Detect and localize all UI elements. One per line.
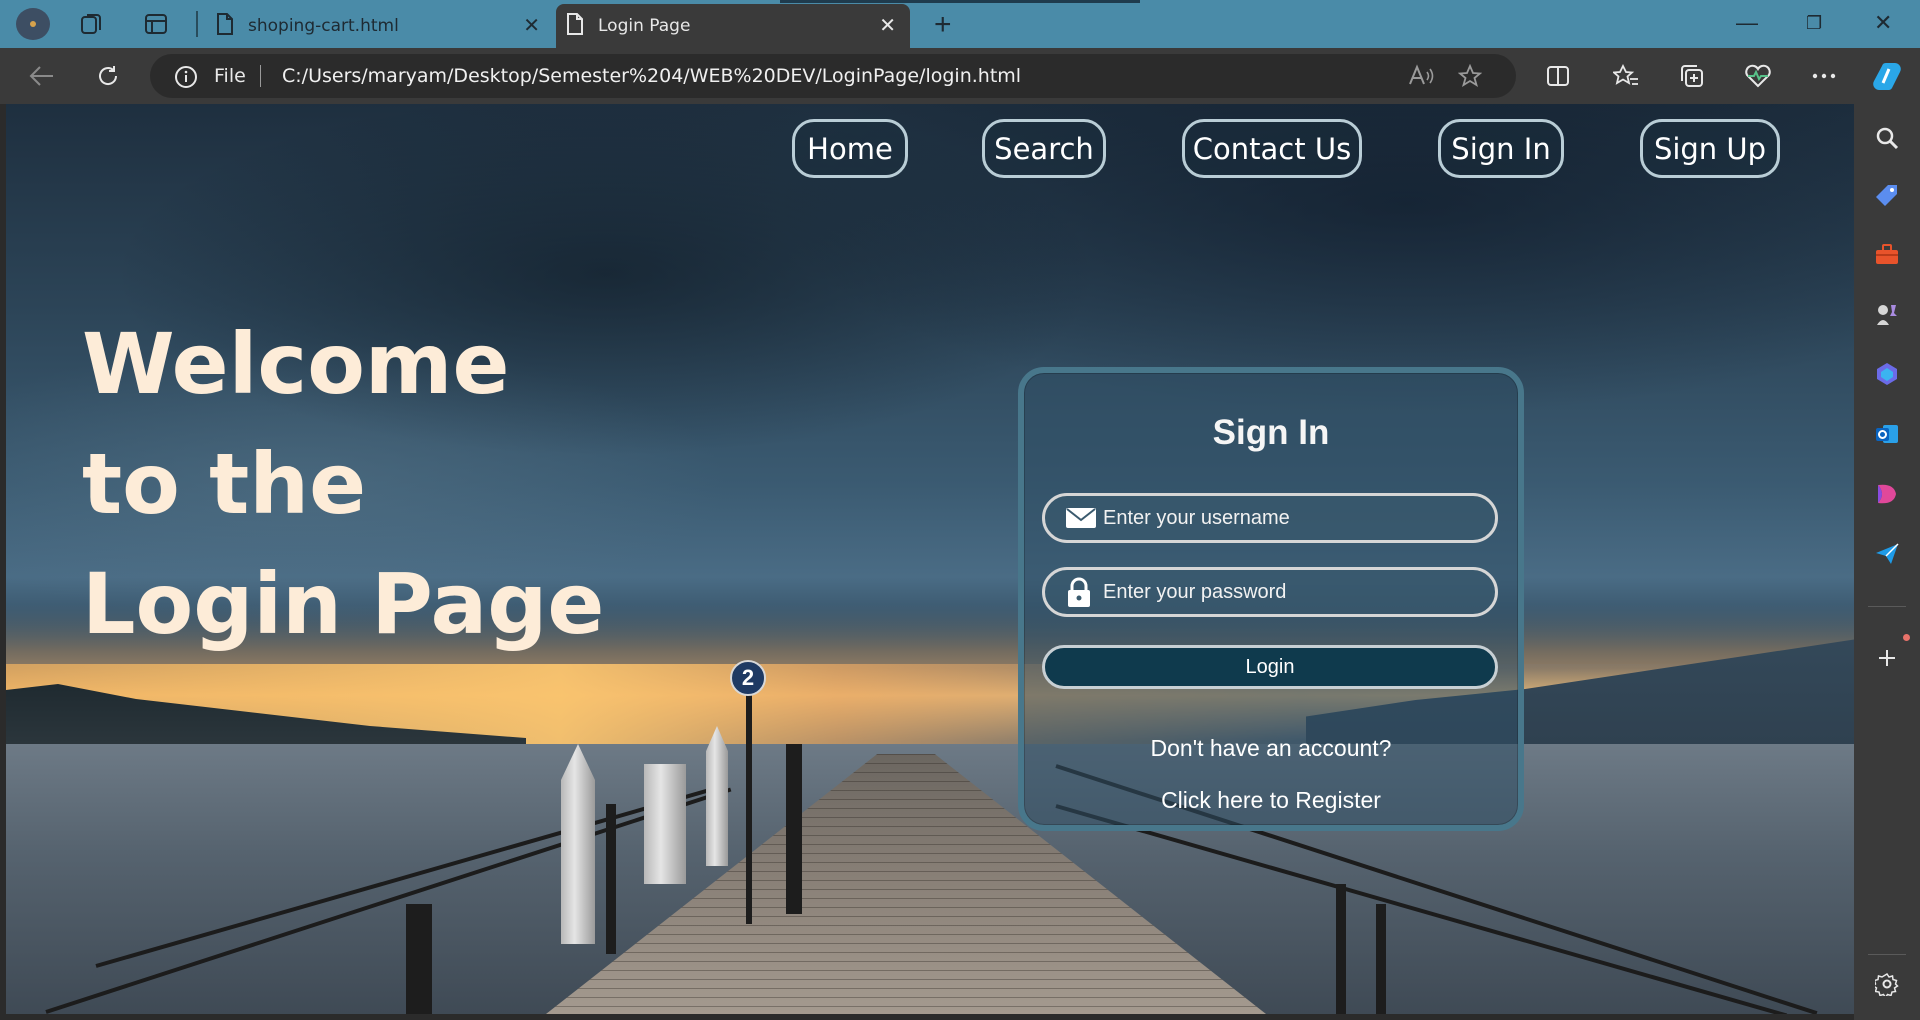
toolbox-icon[interactable]	[1873, 240, 1901, 268]
copilot-icon[interactable]	[1870, 58, 1906, 94]
split-screen-icon[interactable]	[1544, 62, 1572, 90]
restore-icon[interactable]: ❐	[1806, 13, 1822, 34]
pier-post	[786, 744, 802, 914]
envelope-icon	[1065, 506, 1097, 532]
url-divider	[260, 65, 261, 87]
more-dots-icon[interactable]	[1810, 62, 1838, 90]
close-window-icon[interactable]: ✕	[1874, 10, 1892, 36]
white-bollard	[644, 764, 686, 884]
url-text[interactable]: C:/Users/maryam/Desktop/Semester%204/WEB…	[282, 65, 1021, 87]
star-icon[interactable]	[1457, 63, 1483, 88]
copilot-app-icon[interactable]	[1873, 360, 1901, 388]
notification-dot	[1903, 634, 1910, 641]
pier-post	[1376, 904, 1386, 1014]
sign-pole	[746, 694, 752, 924]
white-bollard	[561, 744, 595, 944]
nav-home-button[interactable]: Home	[792, 119, 908, 178]
collections-icon[interactable]	[1678, 62, 1706, 90]
sign-in-card: Sign In Login Don't have an account? Cli…	[1018, 367, 1524, 831]
games-icon[interactable]	[1873, 300, 1901, 328]
welcome-line-3: Login Page	[82, 555, 605, 653]
favorites-icon[interactable]	[1612, 62, 1640, 90]
tab-login-page[interactable]: Login Page ✕	[556, 4, 910, 48]
username-field[interactable]	[1042, 493, 1498, 543]
pier-post	[406, 904, 432, 1014]
no-account-text: Don't have an account?	[1150, 735, 1392, 761]
info-icon[interactable]	[174, 65, 198, 89]
password-field[interactable]	[1042, 567, 1498, 617]
edge-sidebar	[1854, 104, 1920, 1020]
login-button[interactable]: Login	[1042, 645, 1498, 689]
add-icon[interactable]	[1873, 644, 1901, 672]
pier-post	[606, 804, 616, 954]
heart-pulse-icon[interactable]	[1744, 62, 1772, 90]
title-bar: shoping-cart.html ✕ Login Page ✕ + ― ❐ ✕	[0, 0, 1920, 48]
active-tab-accent	[780, 0, 1140, 3]
pier-post	[1336, 884, 1346, 1014]
password-input[interactable]	[1103, 570, 1483, 614]
new-tab-icon[interactable]: +	[934, 8, 952, 42]
outlook-icon[interactable]	[1873, 420, 1901, 448]
tag-icon[interactable]	[1873, 182, 1901, 210]
settings-icon[interactable]	[1873, 970, 1901, 998]
nav-sign-up-button[interactable]: Sign Up	[1640, 119, 1780, 178]
document-icon	[566, 12, 584, 40]
nav-search-button[interactable]: Search	[982, 119, 1106, 178]
profile-avatar[interactable]	[16, 8, 50, 40]
page-viewport: 2 Home Search Contact Us Sign In Sign Up…	[6, 104, 1854, 1014]
minimize-icon[interactable]: ―	[1736, 10, 1758, 36]
nav-contact-us-button[interactable]: Contact Us	[1182, 119, 1362, 178]
lock-icon	[1065, 577, 1097, 607]
welcome-line-1: Welcome	[82, 315, 510, 413]
sign-in-title: Sign In	[1212, 413, 1330, 452]
tab-title: shoping-cart.html	[248, 16, 399, 36]
sidebar-separator	[1868, 606, 1906, 607]
read-aloud-icon[interactable]	[1408, 64, 1434, 88]
send-icon[interactable]	[1873, 540, 1901, 568]
white-bollard	[706, 726, 728, 866]
welcome-line-2: to the	[82, 435, 367, 533]
welcome-heading: Welcome to the Login Page	[82, 304, 782, 664]
tab-title: Login Page	[598, 16, 691, 36]
search-icon[interactable]	[1873, 124, 1901, 152]
drop-icon[interactable]	[1873, 480, 1901, 508]
tab-separator	[196, 11, 198, 37]
nav-sign-in-button[interactable]: Sign In	[1438, 119, 1564, 178]
register-link[interactable]: Click here to Register	[1024, 787, 1518, 814]
workspaces-icon[interactable]	[78, 10, 106, 38]
document-icon	[216, 12, 234, 40]
sidebar-separator	[1868, 954, 1906, 955]
address-bar: File C:/Users/maryam/Desktop/Semester%20…	[0, 48, 1920, 104]
username-input[interactable]	[1103, 496, 1483, 540]
pier-number-sign: 2	[730, 660, 766, 696]
url-scheme-label: File	[214, 65, 246, 87]
vertical-tabs-icon[interactable]	[142, 10, 170, 38]
close-tab-icon[interactable]: ✕	[879, 15, 896, 35]
back-arrow-icon[interactable]	[26, 60, 58, 92]
close-tab-icon[interactable]: ✕	[523, 15, 540, 35]
refresh-icon[interactable]	[92, 60, 124, 92]
url-box[interactable]: File C:/Users/maryam/Desktop/Semester%20…	[150, 54, 1516, 98]
tab-shoping-cart[interactable]: shoping-cart.html ✕	[206, 4, 554, 48]
